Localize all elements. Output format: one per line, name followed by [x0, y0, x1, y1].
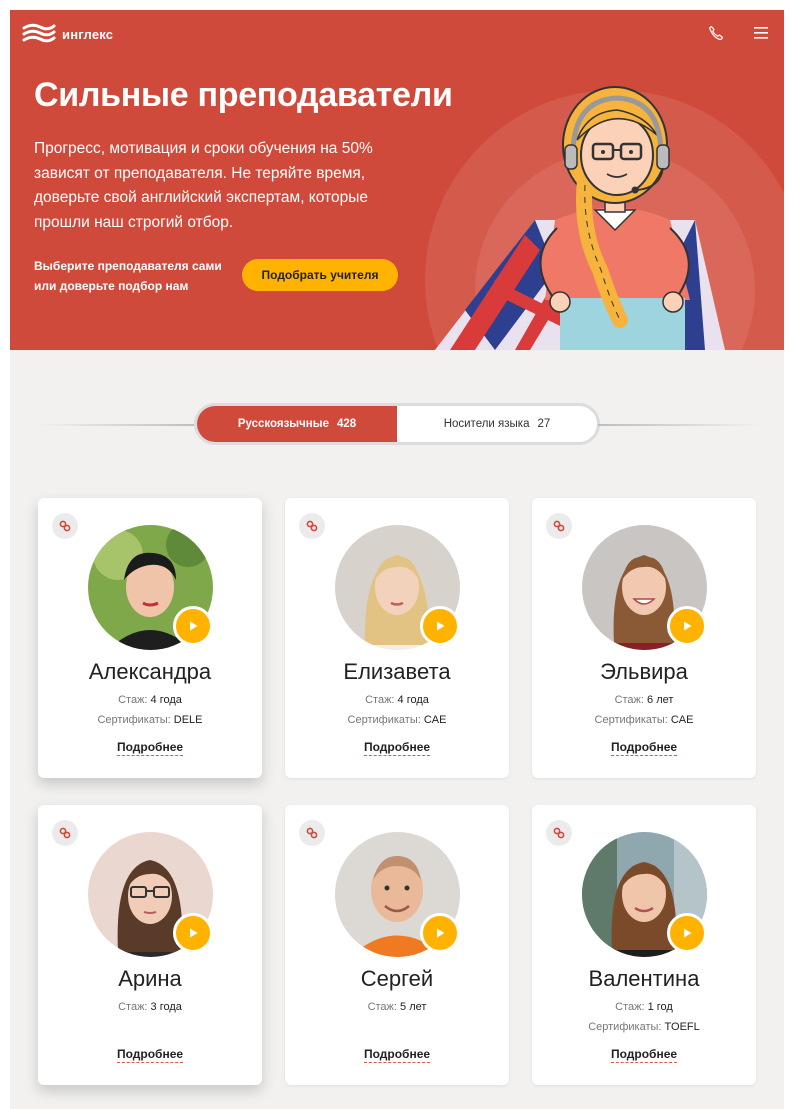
- hero-banner: инглекс Сильные преподаватели Прогресс, …: [10, 10, 784, 350]
- teacher-certificates: Сертификаты: CAE: [594, 714, 694, 726]
- teacher-name: Сергей: [360, 966, 434, 991]
- teacher-card[interactable]: Елизавета Стаж: 4 года Сертификаты: CAE …: [285, 498, 509, 778]
- logo-mark-icon: [22, 23, 56, 43]
- teacher-card[interactable]: Сергей Стаж: 5 лет Подробнее: [285, 805, 509, 1085]
- play-icon: [190, 621, 198, 631]
- more-link[interactable]: Подробнее: [38, 1045, 262, 1063]
- hero-subtitle: Прогресс, мотивация и сроки обучения на …: [34, 140, 373, 231]
- teacher-card[interactable]: Арина Стаж: 3 года Подробнее: [38, 805, 262, 1085]
- link-icon[interactable]: [546, 820, 572, 846]
- play-video-button[interactable]: [667, 913, 707, 953]
- teacher-experience: Стаж: 4 года: [118, 694, 182, 706]
- logo[interactable]: инглекс: [22, 21, 113, 47]
- pick-teacher-button[interactable]: Подобрать учителя: [242, 259, 398, 291]
- more-link[interactable]: Подробнее: [532, 738, 756, 756]
- tabs-divider-left: [35, 424, 200, 426]
- teacher-card[interactable]: Валентина Стаж: 1 год Сертификаты: TOEFL…: [532, 805, 756, 1085]
- hero-cta-text: Выберите преподавателя сами или доверьте…: [34, 259, 222, 293]
- teacher-experience: Стаж: 1 год: [615, 1001, 673, 1013]
- page: инглекс Сильные преподаватели Прогресс, …: [10, 10, 784, 1109]
- more-link[interactable]: Подробнее: [285, 738, 509, 756]
- tab-native-speakers[interactable]: Носители языка 27: [397, 406, 597, 442]
- teacher-name: Валентина: [588, 966, 700, 991]
- play-icon: [437, 621, 445, 631]
- tabs-divider-right: [598, 424, 763, 426]
- teacher-certificates: Сертификаты: CAE: [347, 714, 447, 726]
- link-icon[interactable]: [299, 820, 325, 846]
- page-title: Сильные преподаватели: [34, 76, 453, 114]
- play-video-button[interactable]: [420, 606, 460, 646]
- teacher-experience: Стаж: 3 года: [118, 1001, 182, 1013]
- logo-text: инглекс: [62, 26, 114, 42]
- teacher-certificates: Сертификаты: DELE: [97, 714, 203, 726]
- tab-label: Русскоязычные: [237, 418, 329, 430]
- teacher-card[interactable]: Александра Стаж: 4 года Сертификаты: DEL…: [38, 498, 262, 778]
- hamburger-menu-icon[interactable]: [750, 22, 772, 44]
- teacher-name: Елизавета: [343, 659, 451, 684]
- teacher-card[interactable]: Эльвира Стаж: 6 лет Сертификаты: CAE Под…: [532, 498, 756, 778]
- link-icon[interactable]: [299, 513, 325, 539]
- phone-icon[interactable]: [705, 22, 727, 44]
- more-link[interactable]: Подробнее: [285, 1045, 509, 1063]
- play-video-button[interactable]: [173, 913, 213, 953]
- link-icon[interactable]: [546, 513, 572, 539]
- tab-count: 428: [336, 418, 357, 430]
- teacher-superhero-illustration: [425, 86, 784, 350]
- play-icon: [684, 928, 692, 938]
- link-icon[interactable]: [52, 513, 78, 539]
- tab-russian-speaking[interactable]: Русскоязычные 428: [197, 406, 397, 442]
- play-icon: [684, 621, 692, 631]
- teacher-name: Арина: [118, 966, 182, 991]
- tab-label: Носители языка: [443, 418, 530, 430]
- play-video-button[interactable]: [667, 606, 707, 646]
- teacher-certificates: Сертификаты: TOEFL: [588, 1021, 700, 1033]
- teacher-name: Эльвира: [600, 659, 688, 684]
- play-icon: [190, 928, 198, 938]
- play-video-button[interactable]: [420, 913, 460, 953]
- teacher-experience: Стаж: 5 лет: [367, 1001, 427, 1013]
- more-link[interactable]: Подробнее: [532, 1045, 756, 1063]
- link-icon[interactable]: [52, 820, 78, 846]
- language-tabs: Русскоязычные 428 Носители языка 27: [194, 403, 600, 445]
- teacher-experience: Стаж: 4 года: [365, 694, 429, 706]
- play-video-button[interactable]: [173, 606, 213, 646]
- teacher-experience: Стаж: 6 лет: [614, 694, 674, 706]
- tab-count: 27: [537, 418, 551, 430]
- play-icon: [437, 928, 445, 938]
- more-link[interactable]: Подробнее: [38, 738, 262, 756]
- teacher-name: Александра: [88, 659, 212, 684]
